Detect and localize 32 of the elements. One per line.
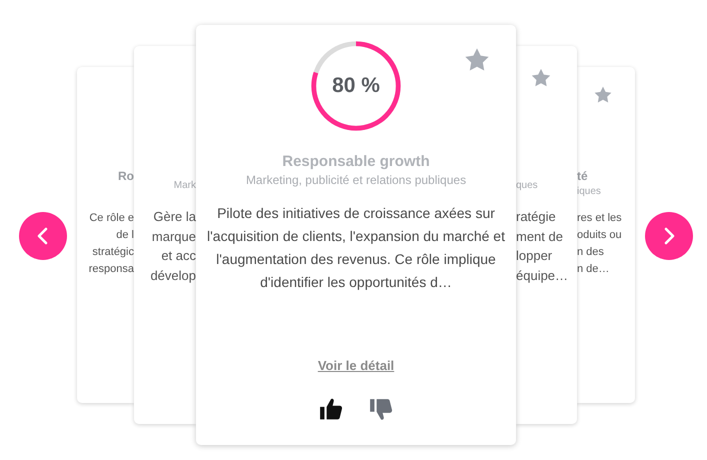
- description-line: n de…: [577, 262, 610, 277]
- card-title: té: [577, 168, 588, 185]
- thumbs-down-icon[interactable]: [369, 397, 393, 421]
- description-line: oduits ou: [577, 228, 622, 243]
- description-line: n des: [577, 245, 605, 260]
- score-text: 80 %: [332, 74, 380, 98]
- card-title: Ro: [118, 168, 134, 185]
- description-line: équipe…: [516, 266, 568, 285]
- description-line: marque: [152, 228, 196, 246]
- card-subtitle: ques: [516, 179, 538, 193]
- description-line: dévelop: [150, 266, 196, 285]
- description-line: ratégie: [516, 208, 557, 226]
- star-icon[interactable]: [530, 67, 552, 89]
- description-line: lopper: [516, 247, 554, 265]
- card-title: Responsable growth: [282, 152, 430, 172]
- description-line: stratégic: [92, 245, 134, 260]
- thumbs-up-icon[interactable]: [319, 397, 343, 421]
- previous-button[interactable]: [19, 212, 67, 260]
- card-subtitle: iques: [577, 185, 601, 199]
- description-line: et acc: [161, 247, 196, 265]
- description-line: responsa: [88, 262, 134, 277]
- description-line: Gère la: [153, 208, 196, 226]
- card-description: Pilote des initiatives de croissance axées sur l'acquisition de clients, l'expansion du marché et l'augmentation des revenus. Ce rôle implique d'identifier les opportunités d…: [206, 204, 506, 292]
- description-line: Ce rôle e: [89, 211, 134, 226]
- next-button[interactable]: [645, 212, 693, 260]
- card-subtitle: Mark: [174, 179, 196, 193]
- card-subtitle: Marketing, publicité et relations publiques: [246, 172, 466, 188]
- detail-link[interactable]: Voir le détail: [318, 357, 394, 375]
- description-line: ment de: [516, 228, 564, 246]
- description-line: res et les: [577, 211, 622, 226]
- star-icon[interactable]: [593, 85, 613, 105]
- description-line: de l: [116, 228, 134, 243]
